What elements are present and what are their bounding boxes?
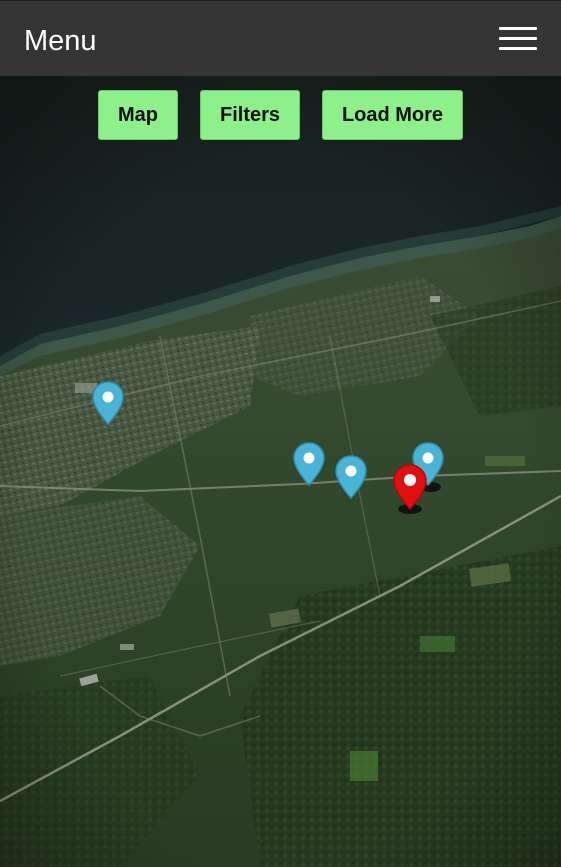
hamburger-line bbox=[499, 47, 537, 50]
selected-map-pin-icon[interactable] bbox=[392, 463, 428, 517]
marker-body bbox=[293, 442, 325, 487]
top-navigation-bar: Menu bbox=[0, 0, 561, 76]
marker-body bbox=[335, 455, 367, 500]
map-pin-icon[interactable] bbox=[292, 441, 326, 487]
map-button[interactable]: Map bbox=[98, 90, 178, 140]
hamburger-icon[interactable] bbox=[499, 26, 537, 52]
satellite-map[interactable] bbox=[0, 76, 561, 867]
map-pin-icon[interactable] bbox=[334, 454, 368, 500]
app-page: Menu Map Filters Load More bbox=[0, 0, 561, 867]
map-imagery bbox=[0, 76, 561, 867]
map-pin-icon[interactable] bbox=[91, 380, 125, 426]
marker-body bbox=[393, 464, 427, 511]
marker-body bbox=[92, 381, 124, 426]
hamburger-line bbox=[499, 27, 537, 30]
menu-title[interactable]: Menu bbox=[24, 24, 97, 58]
hamburger-line bbox=[499, 37, 537, 40]
filters-button[interactable]: Filters bbox=[200, 90, 300, 140]
load-more-button[interactable]: Load More bbox=[322, 90, 463, 140]
